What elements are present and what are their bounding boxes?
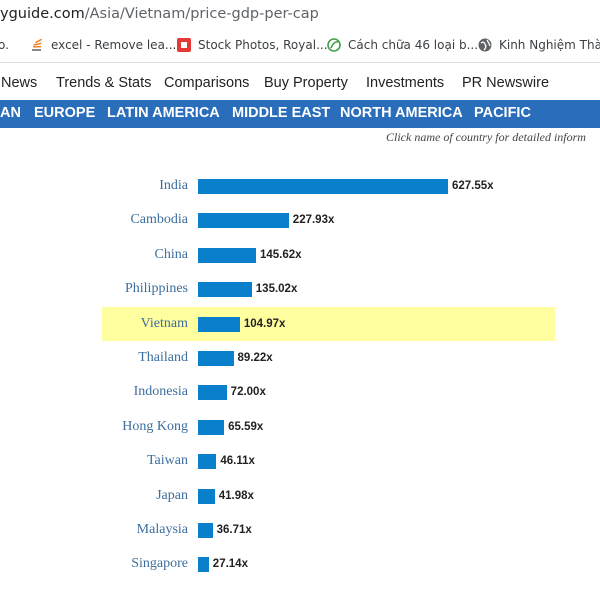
nav-comparisons[interactable]: Comparisons (164, 75, 249, 91)
country-label-philippines[interactable]: Philippines (0, 281, 188, 297)
bar-japan (198, 488, 215, 504)
country-label-malaysia[interactable]: Malaysia (0, 522, 188, 538)
bookmark-excel[interactable]: excel - Remove lea... (30, 38, 176, 52)
leaf-icon (327, 38, 341, 52)
country-label-hong-kong[interactable]: Hong Kong (0, 419, 188, 435)
bookmark-1[interactable]: o. (0, 38, 9, 52)
country-label-japan[interactable]: Japan (0, 488, 188, 504)
value-label-india: 627.55x (452, 180, 494, 192)
url-text[interactable]: yguide.com/Asia/Vietnam/price-gdp-per-ca… (0, 6, 319, 22)
bar-indonesia (198, 385, 227, 401)
bookmarks-bar: o. excel - Remove lea... Stock Photos, R… (0, 30, 600, 63)
globe-icon (478, 38, 492, 52)
region-middle-east[interactable]: MIDDLE EAST (232, 105, 330, 121)
bookmark-excel-label: excel - Remove lea... (51, 38, 177, 52)
nav-buy-property[interactable]: Buy Property (264, 75, 348, 91)
country-label-taiwan[interactable]: Taiwan (0, 453, 188, 469)
nav-news[interactable]: News (1, 75, 37, 91)
bookmark-cach-chua[interactable]: Cách chữa 46 loại b... (327, 38, 478, 52)
region-europe[interactable]: EUROPE (34, 105, 95, 121)
nav-trends-stats[interactable]: Trends & Stats (56, 75, 151, 91)
bar-hong-kong (198, 419, 225, 435)
value-label-philippines: 135.02x (255, 283, 298, 296)
nav-investments[interactable]: Investments (366, 75, 444, 91)
value-label-vietnam: 104.97x (243, 317, 286, 330)
value-label-taiwan: 46.11x (220, 455, 255, 468)
bar-china (198, 247, 256, 263)
stack-overflow-icon (30, 38, 44, 52)
region-pacific[interactable]: PACIFIC (474, 105, 531, 121)
chart-hint: Click name of country for detailed infor… (386, 130, 586, 144)
country-label-vietnam[interactable]: Vietnam (0, 316, 188, 332)
value-label-cambodia: 227.93x (292, 214, 335, 227)
region-north-america[interactable]: NORTH AMERICA (340, 105, 463, 121)
value-label-japan: 41.98x (218, 489, 254, 502)
country-label-thailand[interactable]: Thailand (0, 350, 188, 366)
bar-singapore (198, 557, 209, 573)
country-label-china[interactable]: China (0, 247, 188, 263)
bar-philippines (198, 282, 252, 298)
country-label-cambodia[interactable]: Cambodia (0, 212, 188, 228)
bookmark-stock-photos-label: Stock Photos, Royal... (198, 38, 328, 52)
site-nav: News Trends & Stats Comparisons Buy Prop… (0, 66, 600, 100)
bookmark-kinh-nghiem[interactable]: Kinh Nghiệm Thành... (478, 38, 600, 52)
stock-photo-icon (177, 38, 191, 52)
value-label-malaysia: 36.71x (216, 524, 252, 536)
country-label-singapore[interactable]: Singapore (0, 556, 188, 572)
bookmark-stock-photos[interactable]: Stock Photos, Royal... (177, 38, 328, 52)
region-nav: AN EUROPE LATIN AMERICA MIDDLE EAST NORT… (0, 100, 600, 128)
bar-taiwan (198, 454, 217, 470)
value-label-hong-kong: 65.59x (228, 420, 264, 433)
url-path: /Asia/Vietnam/price-gdp-per-cap (84, 6, 319, 22)
country-label-india[interactable]: India (0, 178, 188, 194)
value-label-china: 145.62x (260, 248, 302, 261)
region-latin-america[interactable]: LATIN AMERICA (107, 105, 220, 121)
country-label-indonesia[interactable]: Indonesia (0, 384, 188, 400)
bar-cambodia (198, 213, 289, 229)
bar-vietnam (198, 316, 240, 332)
value-label-indonesia: 72.00x (230, 386, 266, 399)
value-label-singapore: 27.14x (212, 558, 248, 571)
bar-thailand (198, 351, 234, 366)
bookmark-1-label: o. (0, 38, 9, 52)
url-host: yguide.com (0, 6, 85, 22)
bookmark-cach-chua-label: Cách chữa 46 loại b... (348, 38, 479, 52)
bar-india (198, 179, 448, 194)
address-bar[interactable]: yguide.com/Asia/Vietnam/price-gdp-per-ca… (0, 0, 600, 30)
nav-pr-newswire[interactable]: PR Newswire (462, 75, 549, 91)
bar-malaysia (198, 523, 213, 538)
region-asia[interactable]: AN (0, 105, 21, 121)
bookmark-kinh-nghiem-label: Kinh Nghiệm Thành... (499, 38, 600, 52)
value-label-thailand: 89.22x (237, 352, 273, 364)
